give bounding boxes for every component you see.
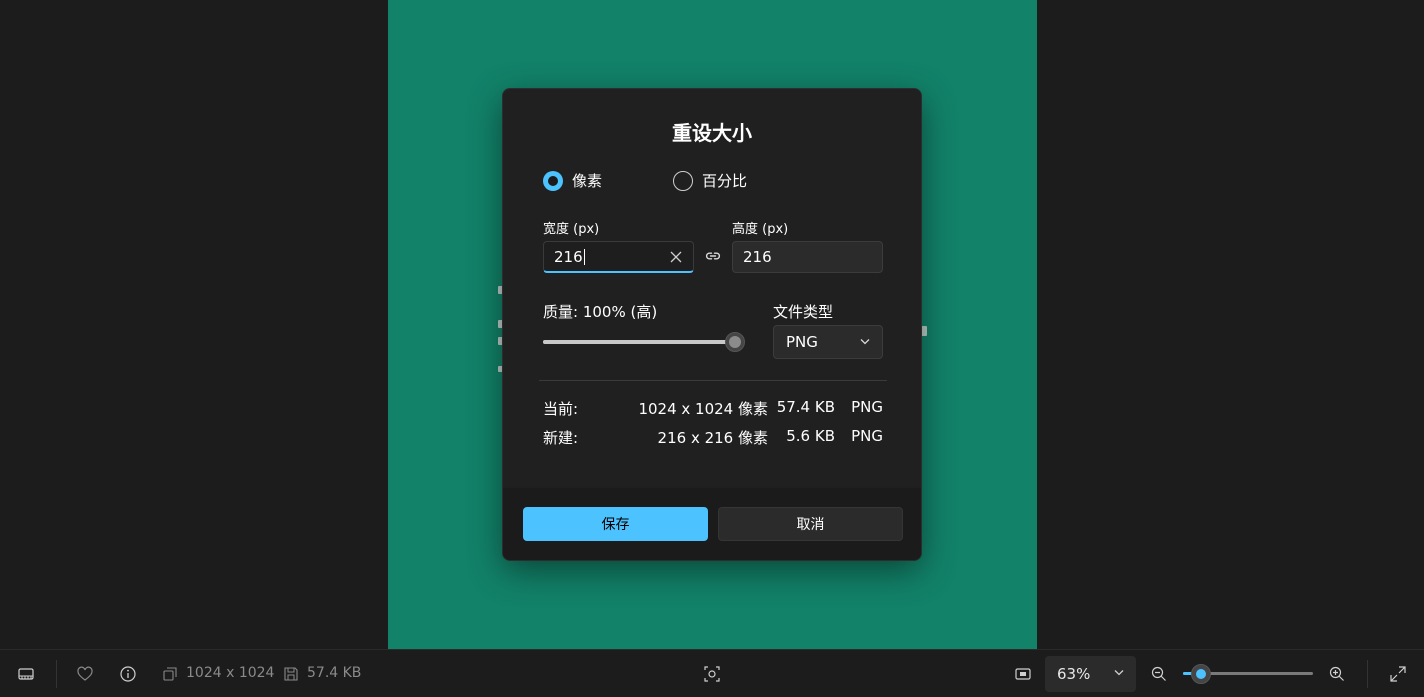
height-input[interactable]: 216 [732,241,883,273]
resize-mode-group: 像素 百分比 [543,170,883,194]
radio-percentage[interactable]: 百分比 [673,170,747,191]
quality-slider[interactable] [543,340,734,344]
heart-icon[interactable] [76,665,94,683]
filmstrip-icon[interactable] [17,665,35,683]
width-input[interactable]: 216 [543,241,694,273]
file-size: 57.4 KB [307,665,362,681]
dialog-title: 重设大小 [672,121,752,145]
text-caret [583,248,585,265]
zoom-value: 63% [1057,665,1091,683]
file-type-label: 文件类型 [773,303,834,321]
quality-slider-thumb[interactable] [725,332,745,352]
radio-pixels-label: 像素 [572,172,603,190]
radio-unchecked-icon[interactable] [673,170,693,191]
chevron-down-icon [860,339,870,345]
width-value: 216 [554,247,583,266]
clear-icon[interactable] [669,250,683,264]
width-label: 宽度 (px) [543,222,600,237]
save-button[interactable]: 保存 [523,507,708,541]
current-format: PNG [851,398,883,416]
file-type-value: PNG [786,333,818,351]
current-size: 57.4 KB [776,398,835,416]
height-value: 216 [743,248,772,266]
info-icon[interactable] [119,665,137,683]
cancel-button[interactable]: 取消 [718,507,903,541]
current-info-row: 当前: 1024 x 1024 像素 57.4 KB PNG [543,398,883,418]
link-icon[interactable] [704,247,722,265]
toolbar-separator [56,660,57,688]
bottom-toolbar: 1024 x 1024 57.4 KB 63% [0,649,1424,697]
save-disk-icon [284,667,298,681]
zoom-in-icon[interactable] [1328,665,1346,683]
quality-slider-fill [543,340,734,344]
new-size: 5.6 KB [786,427,835,445]
new-dimensions: 216 x 216 像素 [657,429,768,447]
radio-pixels[interactable]: 像素 [543,170,602,191]
height-label: 高度 (px) [732,222,789,237]
new-info-row: 新建: 216 x 216 像素 5.6 KB PNG [543,427,883,447]
zoom-level-dropdown[interactable]: 63% [1045,656,1136,692]
zoom-out-icon[interactable] [1150,665,1168,683]
dialog-footer: 保存 取消 [503,487,921,560]
quality-label: 质量: 100% (高) [543,303,658,321]
file-type-select[interactable]: PNG [773,325,883,359]
current-dimensions: 1024 x 1024 像素 [638,400,768,418]
divider [539,380,887,381]
image-dimensions-icon [163,667,177,681]
new-label: 新建: [543,429,579,447]
resize-dialog: 重设大小 像素 百分比 宽度 (px) 216 高度 (px) 216 质量: … [502,88,922,561]
visual-search-icon[interactable] [703,665,721,683]
chevron-down-icon [1114,670,1124,676]
radio-checked-icon[interactable] [543,170,563,191]
fullscreen-icon[interactable] [1389,665,1407,683]
actual-size-icon[interactable] [1014,665,1032,683]
radio-percentage-label: 百分比 [702,172,748,190]
new-format: PNG [851,427,883,445]
toolbar-separator [1367,660,1368,688]
current-label: 当前: [543,400,579,418]
zoom-slider-thumb[interactable] [1191,664,1211,684]
image-dimensions: 1024 x 1024 [186,665,275,681]
